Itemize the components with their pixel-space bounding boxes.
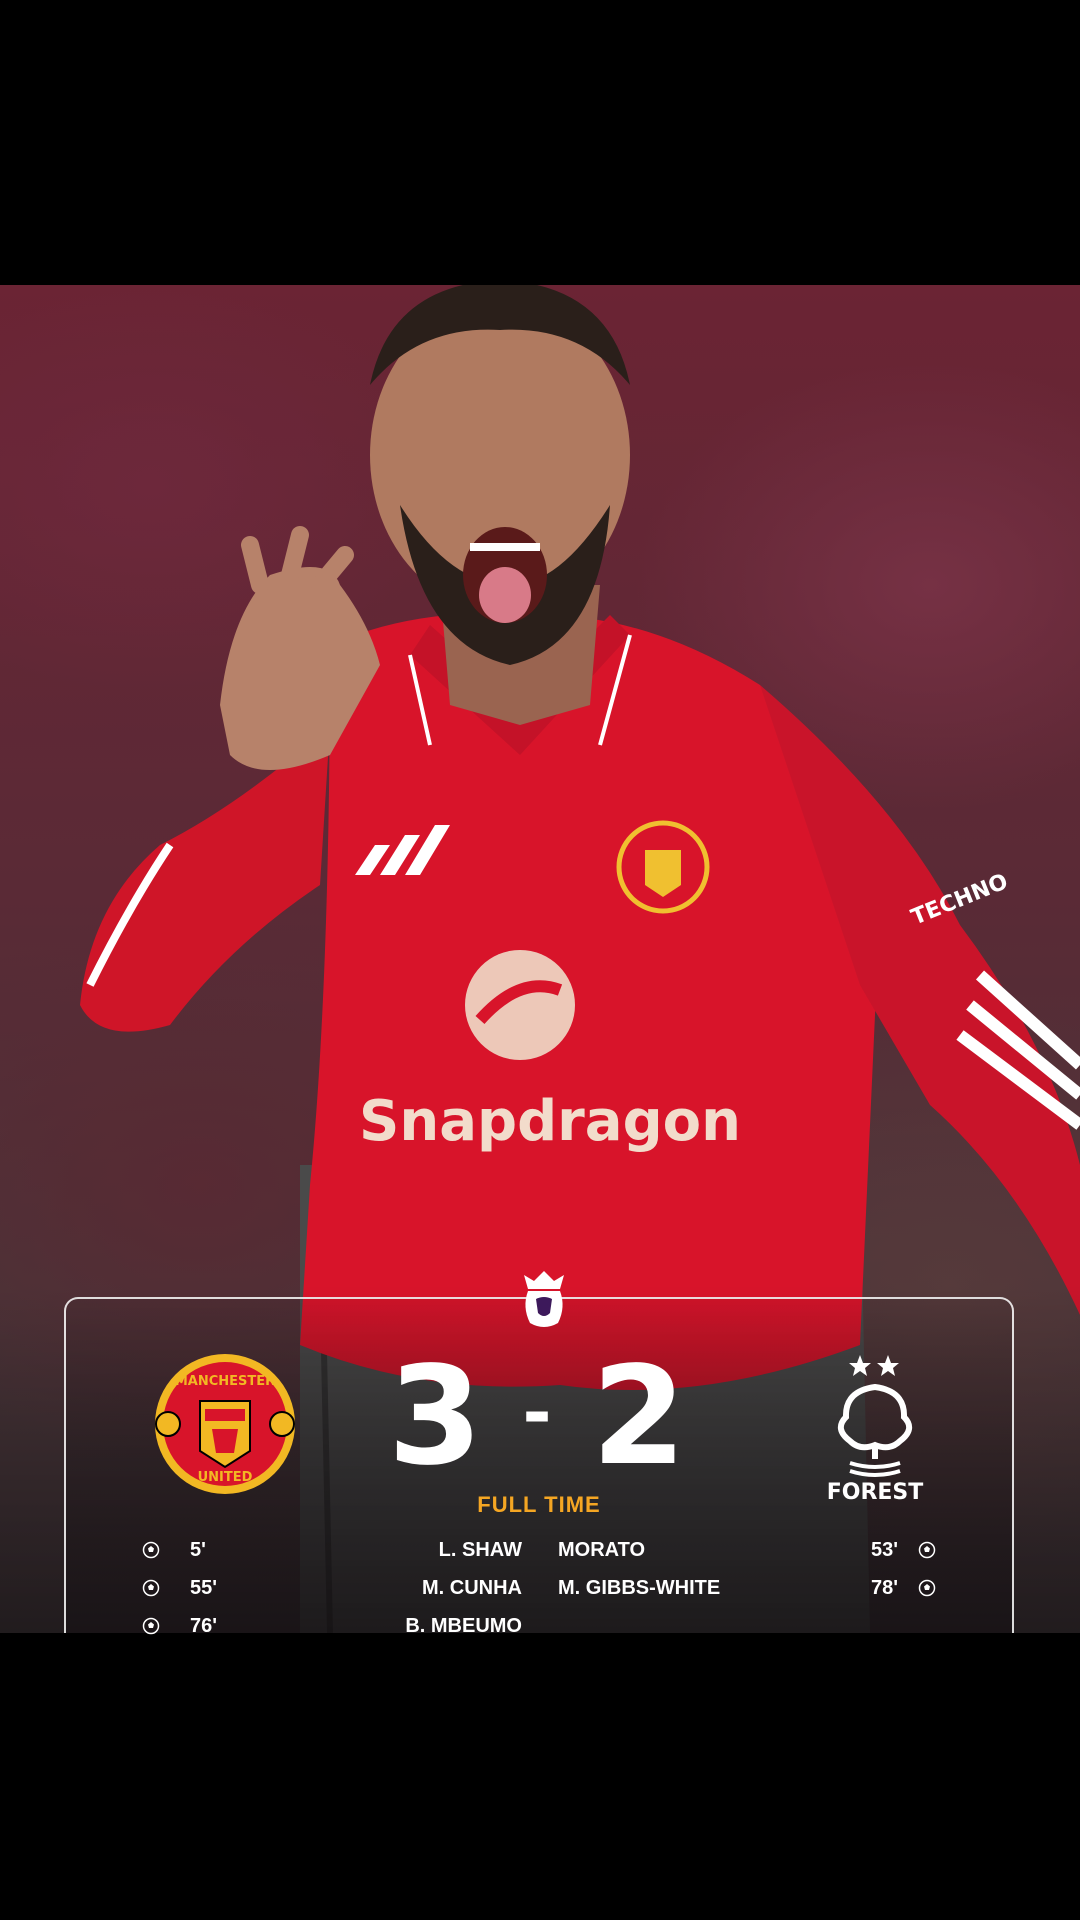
- score-separator: -: [522, 1372, 556, 1454]
- premier-league-lion-icon: [524, 1271, 564, 1327]
- soccer-ball-icon: [918, 1541, 936, 1559]
- scorer-row: 55' M. CUNHA M. GIBBS-WHITE 78': [66, 1575, 1012, 1605]
- away-score: 2: [591, 1338, 691, 1496]
- home-score: 3: [387, 1338, 487, 1496]
- soccer-ball-icon: [142, 1541, 160, 1559]
- match-result-screen: Snapdragon TECHNO MANCHESTER UNITED FORE…: [0, 0, 1080, 1920]
- match-status: FULL TIME: [477, 1492, 601, 1517]
- home-goal-minute: 5': [190, 1539, 206, 1561]
- soccer-ball-icon: [142, 1579, 160, 1597]
- away-goal-minute: 78': [870, 1577, 898, 1599]
- away-goal-minute: 53': [870, 1539, 898, 1561]
- away-scorer-name: M. GIBBS-WHITE: [558, 1577, 721, 1599]
- home-goal-minute: 76': [190, 1615, 218, 1637]
- scorer-row: 5' L. SHAW MORATO 53': [66, 1537, 1012, 1567]
- away-scorer-name: MORATO: [558, 1539, 646, 1561]
- soccer-ball-icon: [918, 1579, 936, 1597]
- scoreline: 3-2: [66, 1349, 1012, 1485]
- home-goal-minute: 55': [190, 1577, 218, 1599]
- scorer-row: 76' B. MBEUMO: [66, 1613, 1012, 1643]
- home-scorer-name: B. MBEUMO: [405, 1615, 522, 1637]
- home-scorer-name: M. CUNHA: [422, 1577, 522, 1599]
- soccer-ball-icon: [142, 1617, 160, 1635]
- score-panel: MANCHESTER UNITED FOREST 3-2 FULL TIME 5…: [64, 1271, 1014, 1637]
- shirt-sponsor-text: Snapdragon: [359, 1089, 741, 1154]
- home-scorer-name: L. SHAW: [438, 1539, 522, 1561]
